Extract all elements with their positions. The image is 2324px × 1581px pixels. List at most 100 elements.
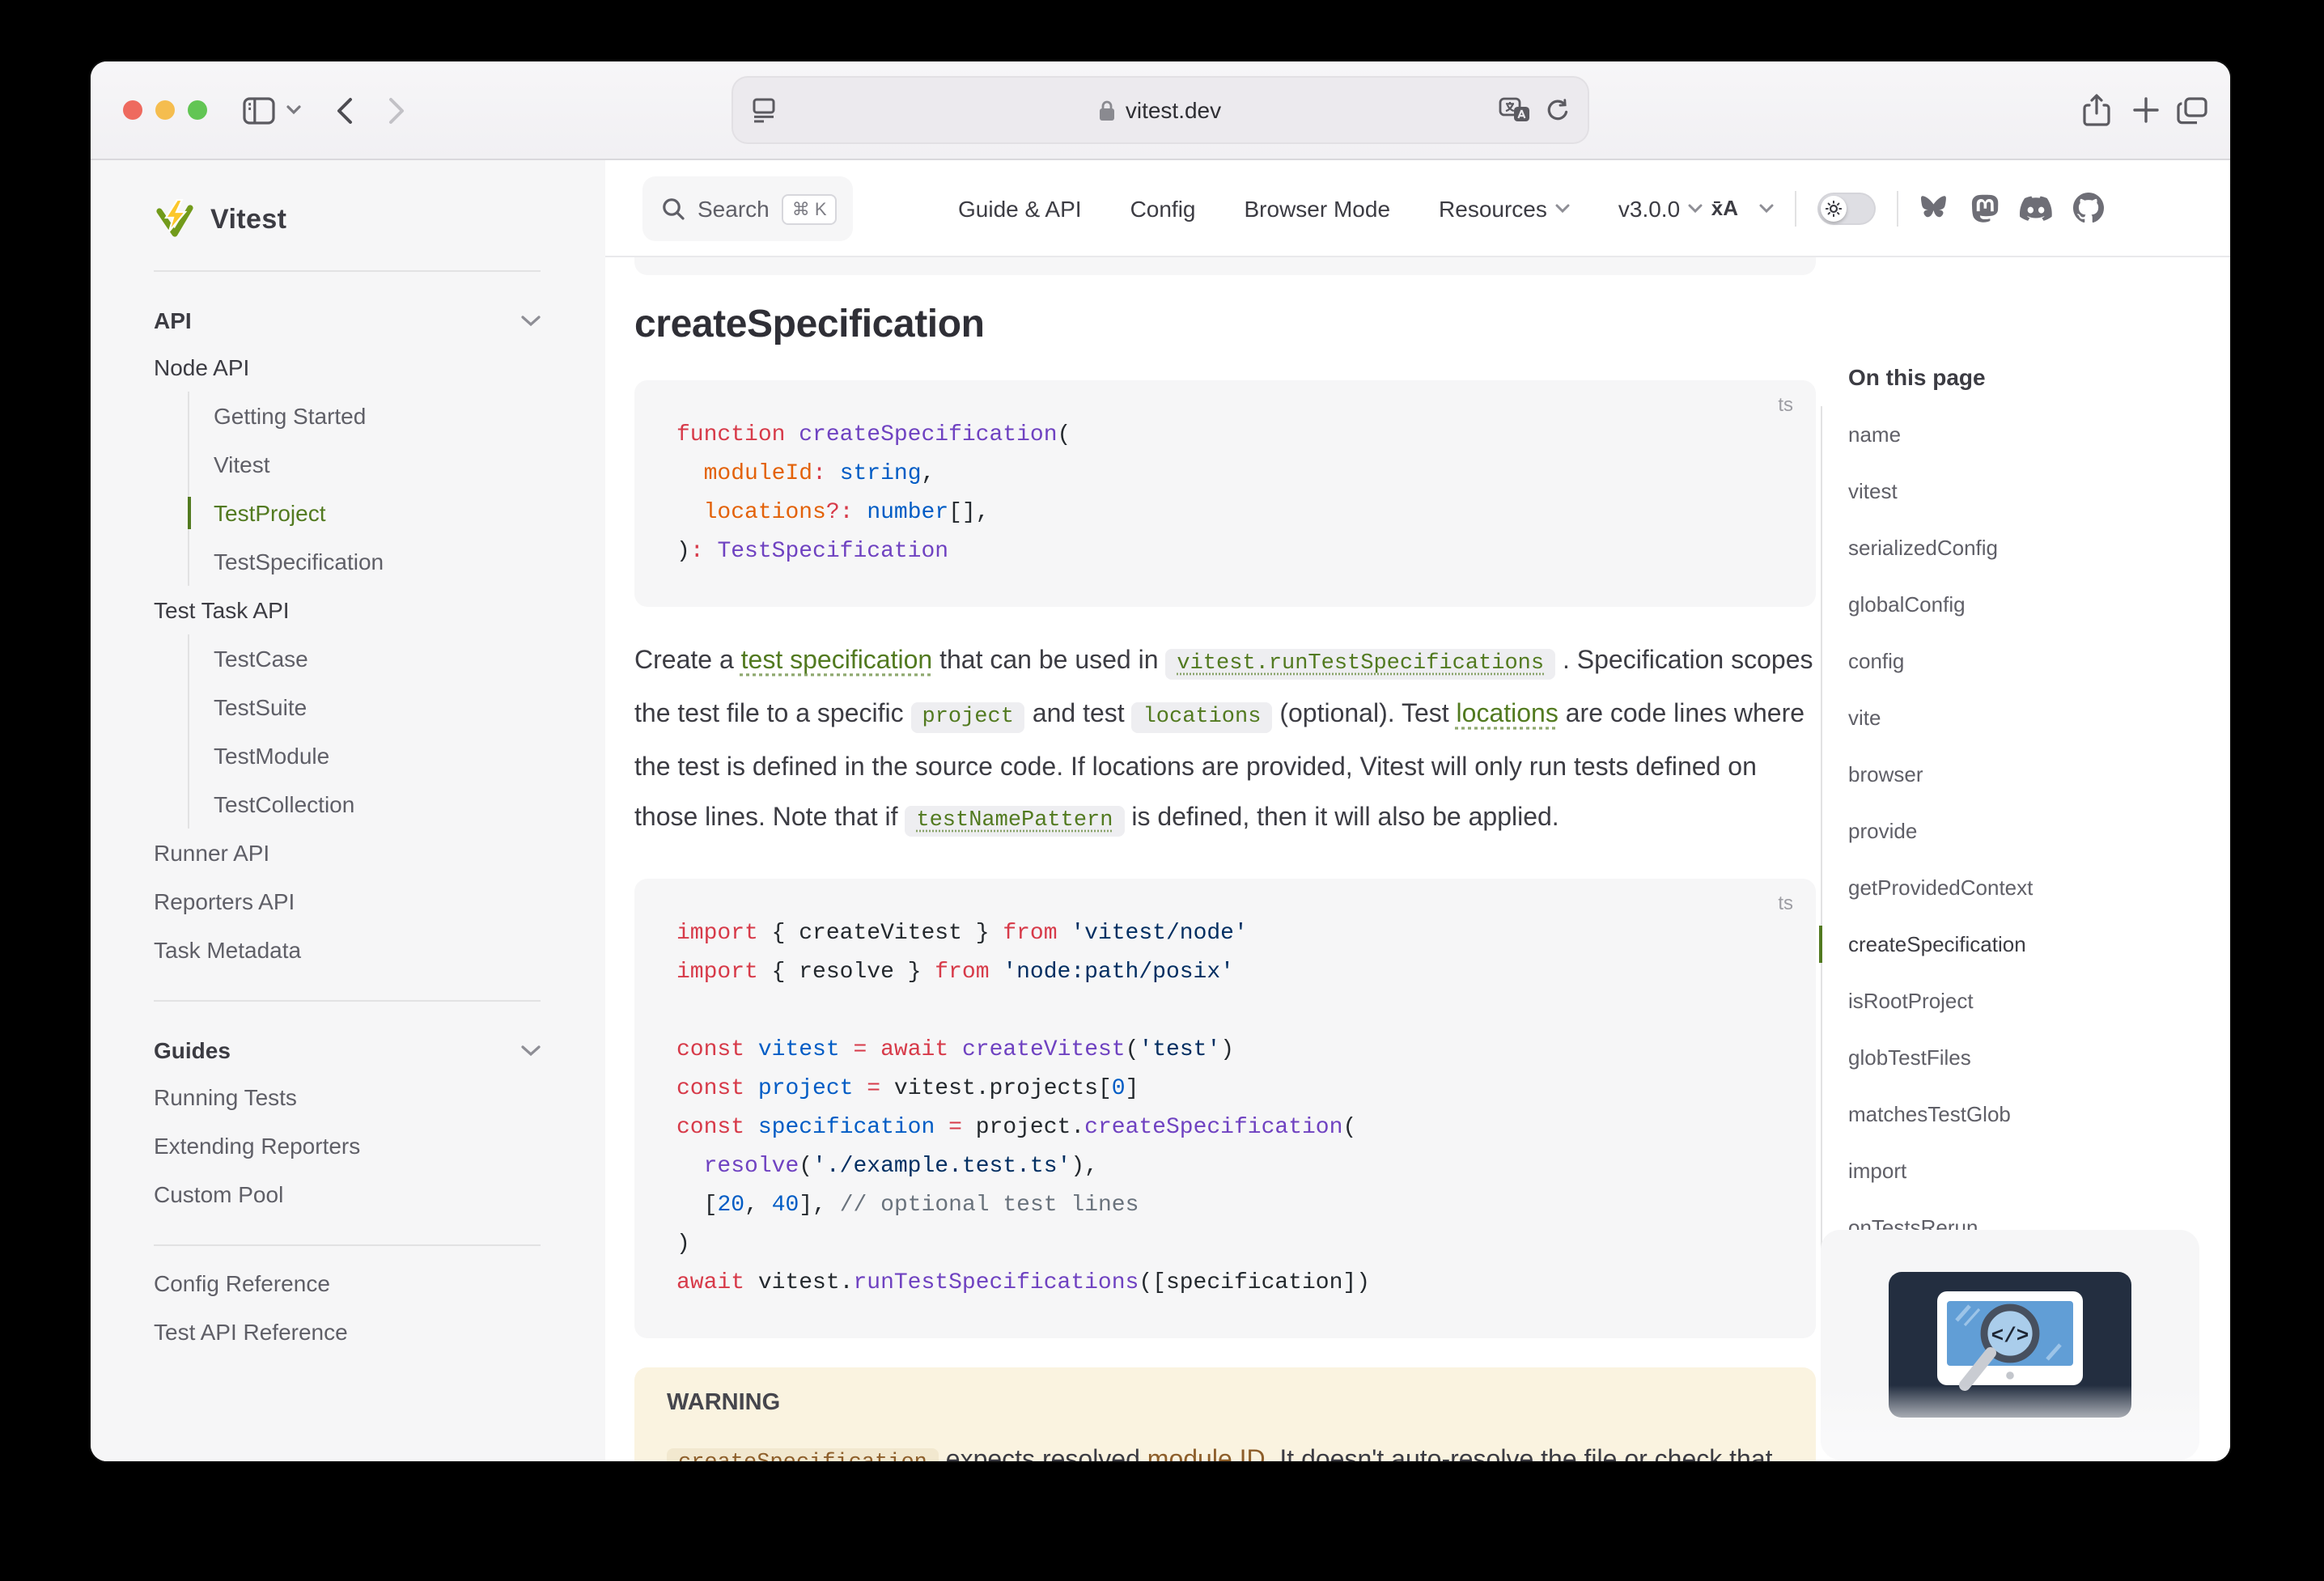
code-block-example[interactable]: ts import { createVitest } from 'vitest/… bbox=[634, 879, 1816, 1338]
address-bar[interactable]: vitest.dev bbox=[732, 76, 1589, 144]
sidebar-item-runner-api[interactable]: Runner API bbox=[154, 829, 541, 877]
inline-code-link-vitest-runtestspecifications[interactable]: vitest.runTestSpecifications bbox=[1165, 649, 1555, 680]
outline-item-config[interactable]: config bbox=[1848, 633, 2199, 689]
code-block-signature[interactable]: ts function createSpecification( moduleI… bbox=[634, 380, 1816, 607]
outline-item-provide[interactable]: provide bbox=[1848, 803, 2199, 859]
nav-link-browser-mode[interactable]: Browser Mode bbox=[1245, 195, 1391, 221]
sidebar-item-testcollection[interactable]: TestCollection bbox=[214, 780, 541, 829]
language-chevron-icon[interactable] bbox=[1759, 203, 1774, 213]
vitest-logo-icon bbox=[154, 199, 196, 241]
sun-icon bbox=[1826, 200, 1842, 216]
bluesky-icon[interactable] bbox=[1919, 194, 1950, 222]
nav-link-resources[interactable]: Resources bbox=[1439, 195, 1570, 221]
outline-item-vite[interactable]: vite bbox=[1848, 689, 2199, 746]
search-button[interactable]: Search ⌘ K bbox=[642, 176, 853, 241]
link-test-specification[interactable]: test specification bbox=[741, 647, 933, 675]
sidebar-group-label: Guides bbox=[154, 1037, 231, 1063]
sidebar-item-vitest[interactable]: Vitest bbox=[214, 440, 541, 489]
outline-item-globtestfiles[interactable]: globTestFiles bbox=[1848, 1029, 2199, 1086]
inline-code-project: project bbox=[911, 702, 1025, 733]
outline-item-createspecification[interactable]: createSpecification bbox=[1848, 916, 2199, 973]
outline-item-serializedconfig[interactable]: serializedConfig bbox=[1848, 519, 2199, 576]
code-line: locations?: number[], bbox=[676, 494, 1774, 532]
site-logo[interactable]: Vitest bbox=[154, 189, 541, 251]
mastodon-icon[interactable] bbox=[1971, 193, 1999, 223]
browser-toolbar: vitest.dev bbox=[91, 61, 2230, 160]
outline-item-import[interactable]: import bbox=[1848, 1142, 2199, 1199]
new-tab-icon[interactable] bbox=[2133, 97, 2159, 123]
code-line: ) bbox=[676, 1225, 1774, 1264]
description-paragraph: Create a test specification that can be … bbox=[634, 636, 1816, 846]
translate-icon[interactable]: x̄A bbox=[1711, 196, 1738, 220]
github-icon[interactable] bbox=[2073, 193, 2104, 223]
code-line: moduleId: string, bbox=[676, 455, 1774, 494]
sidebar-item-extending-reporters[interactable]: Extending Reporters bbox=[154, 1121, 541, 1170]
close-window-button[interactable] bbox=[123, 100, 142, 120]
outline-item-globalconfig[interactable]: globalConfig bbox=[1848, 576, 2199, 633]
nav-link-guide-api[interactable]: Guide & API bbox=[958, 195, 1082, 221]
inline-code-link-testnamepattern[interactable]: testNamePattern bbox=[905, 806, 1124, 837]
sidebar-item-testsuite[interactable]: TestSuite bbox=[214, 683, 541, 731]
minimize-window-button[interactable] bbox=[155, 100, 175, 120]
nav-link-label: Resources bbox=[1439, 195, 1547, 221]
zoom-window-button[interactable] bbox=[188, 100, 207, 120]
sidebar-item-test-task-api[interactable]: Test Task API bbox=[154, 586, 541, 634]
sidebar-subgroup: Getting StartedVitestTestProjectTestSpec… bbox=[188, 392, 541, 586]
code-lines: function createSpecification( moduleId: … bbox=[676, 416, 1774, 571]
link-module-id[interactable]: module ID bbox=[1147, 1447, 1266, 1461]
back-button[interactable] bbox=[337, 96, 353, 124]
outline-list: namevitestserializedConfigglobalConfigco… bbox=[1821, 406, 2199, 1369]
code-lang-badge: ts bbox=[1778, 393, 1793, 416]
sidebar-item-node-api[interactable]: Node API bbox=[154, 343, 541, 392]
sidebar-item-test-api-reference[interactable]: Test API Reference bbox=[154, 1308, 541, 1356]
theme-toggle-knob bbox=[1821, 195, 1847, 221]
nav-divider bbox=[1795, 190, 1796, 226]
sidebar-item-testmodule[interactable]: TestModule bbox=[214, 731, 541, 780]
nav-link-label: Browser Mode bbox=[1245, 195, 1391, 221]
outline-item-getprovidedcontext[interactable]: getProvidedContext bbox=[1848, 859, 2199, 916]
sidebar-group-guides[interactable]: Guides bbox=[154, 1028, 541, 1073]
share-icon[interactable] bbox=[2083, 94, 2110, 126]
page-title: createSpecification bbox=[634, 303, 1816, 348]
inline-code-locations: locations bbox=[1132, 702, 1273, 733]
code-line: resolve('./example.test.ts'), bbox=[676, 1147, 1774, 1186]
sidebar-toggle-icon[interactable] bbox=[243, 96, 275, 124]
sidebar-item-reporters-api[interactable]: Reporters API bbox=[154, 877, 541, 926]
traffic-lights bbox=[123, 100, 207, 120]
link-locations[interactable]: locations bbox=[1457, 701, 1559, 728]
sidebar-item-testproject[interactable]: TestProject bbox=[214, 489, 541, 537]
nav-link-config[interactable]: Config bbox=[1130, 195, 1196, 221]
search-icon bbox=[662, 197, 685, 220]
nav-divider bbox=[1897, 190, 1898, 226]
outline-item-isrootproject[interactable]: isRootProject bbox=[1848, 973, 2199, 1029]
text: is defined, then it will also be applied… bbox=[1124, 804, 1559, 832]
code-lang-badge: ts bbox=[1778, 892, 1793, 914]
sidebar-item-custom-pool[interactable]: Custom Pool bbox=[154, 1170, 541, 1219]
sidebar-item-testspecification[interactable]: TestSpecification bbox=[214, 537, 541, 586]
sidebar-group-label: API bbox=[154, 307, 192, 333]
sponsor-card[interactable]: </> bbox=[1821, 1230, 2199, 1460]
outline-item-vitest[interactable]: vitest bbox=[1848, 463, 2199, 519]
discord-icon[interactable] bbox=[2020, 195, 2052, 221]
outline-title: On this page bbox=[1821, 364, 2199, 390]
chevron-down-icon[interactable] bbox=[286, 105, 301, 115]
sidebar-item-task-metadata[interactable]: Task Metadata bbox=[154, 926, 541, 974]
warning-title: WARNING bbox=[667, 1390, 1783, 1416]
sidebar-group-api[interactable]: API bbox=[154, 298, 541, 343]
code-line: const specification = project.createSpec… bbox=[676, 1108, 1774, 1147]
theme-toggle[interactable] bbox=[1817, 192, 1876, 224]
outline-item-name[interactable]: name bbox=[1848, 406, 2199, 463]
code-line: function createSpecification( bbox=[676, 416, 1774, 455]
text: that can be used in bbox=[932, 647, 1165, 675]
outline-item-matchestestglob[interactable]: matchesTestGlob bbox=[1848, 1086, 2199, 1142]
nav-link-v3-0-0[interactable]: v3.0.0 bbox=[1618, 195, 1703, 221]
code-line: await vitest.runTestSpecifications([spec… bbox=[676, 1264, 1774, 1303]
sidebar-item-running-tests[interactable]: Running Tests bbox=[154, 1073, 541, 1121]
outline-item-browser[interactable]: browser bbox=[1848, 746, 2199, 803]
forward-button[interactable] bbox=[388, 96, 405, 124]
text: and test bbox=[1025, 701, 1132, 728]
sidebar-item-config-reference[interactable]: Config Reference bbox=[154, 1259, 541, 1308]
sidebar-item-getting-started[interactable]: Getting Started bbox=[214, 392, 541, 440]
tab-overview-icon[interactable] bbox=[2177, 96, 2207, 124]
sidebar-item-testcase[interactable]: TestCase bbox=[214, 634, 541, 683]
